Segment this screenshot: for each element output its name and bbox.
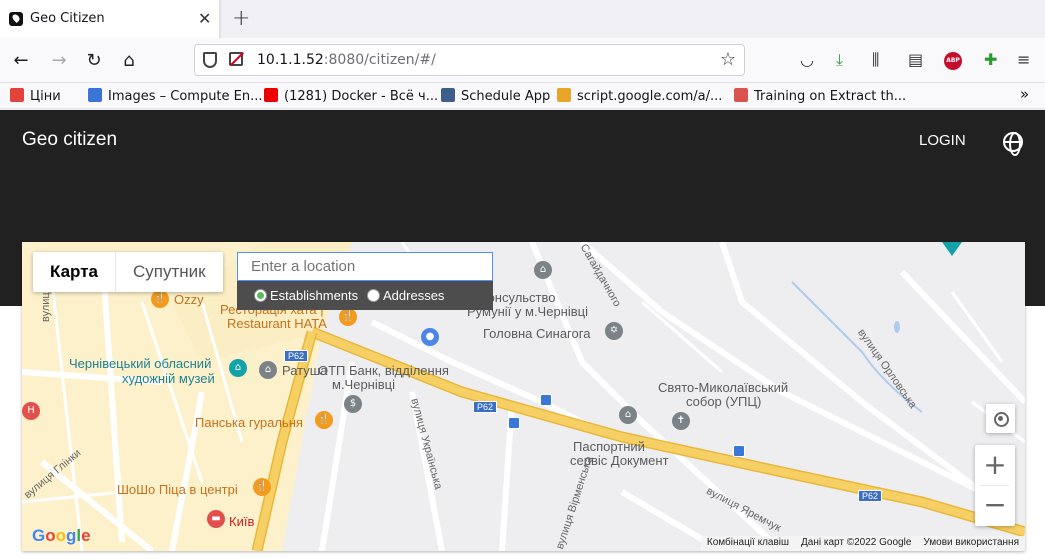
poi-art-museum[interactable]: Чернівецький обласний bbox=[69, 356, 211, 371]
map-pin-favicon-icon bbox=[9, 12, 23, 26]
calendar-icon bbox=[441, 88, 455, 102]
restaurant-icon[interactable]: 🍴 bbox=[253, 478, 271, 496]
bookmark-favicon-icon bbox=[557, 88, 571, 102]
tracking-shield-icon[interactable] bbox=[203, 52, 217, 68]
close-tab-icon[interactable]: ✕ bbox=[198, 9, 211, 28]
poi-ozzy[interactable]: Ozzy bbox=[174, 292, 204, 307]
location-search-input[interactable] bbox=[237, 252, 493, 281]
map-data-text: Дані карт ©2022 Google bbox=[801, 537, 912, 548]
web-page: Geo citizen LOGIN 🍴 Ozzy Restaurant HATA… bbox=[0, 110, 1045, 559]
adblock-icon[interactable]: ABP bbox=[944, 52, 962, 70]
youtube-icon bbox=[264, 88, 278, 102]
shopping-bag-icon[interactable]: ● bbox=[421, 328, 439, 346]
search-filter-bar: Establishments Addresses bbox=[237, 281, 493, 310]
poi-otp-bank[interactable]: ОТП Банк, відділення bbox=[318, 363, 449, 378]
bank-icon[interactable]: $ bbox=[344, 395, 362, 413]
google-map[interactable]: 🍴 Ozzy Ресторація хата | Restaurant HATA… bbox=[22, 242, 1025, 551]
bookmark-favicon-icon bbox=[88, 88, 102, 102]
brand-title[interactable]: Geo citizen bbox=[22, 129, 117, 151]
poi-panska-guralnia[interactable]: Панська гуральня bbox=[195, 415, 303, 430]
map-type-control: Карта Супутник bbox=[33, 252, 223, 292]
hotel-icon[interactable]: ▬ bbox=[207, 510, 225, 528]
terms-link[interactable]: Умови використання bbox=[917, 536, 1025, 551]
addresses-radio[interactable] bbox=[367, 289, 380, 302]
poi-shosho-pizza[interactable]: ШоШо Піца в центрі bbox=[117, 482, 238, 497]
map-type-map-button[interactable]: Карта bbox=[33, 252, 115, 292]
restaurant-icon[interactable]: 🍴 bbox=[315, 411, 333, 429]
language-globe-icon[interactable] bbox=[1003, 132, 1023, 156]
bookmark-star-icon[interactable]: ☆ bbox=[720, 49, 736, 70]
bookmark-favicon-icon bbox=[734, 88, 748, 102]
bus-stop-icon[interactable] bbox=[508, 417, 520, 429]
library-icon[interactable]: ⫼ bbox=[872, 50, 879, 70]
establishments-label[interactable]: Establishments bbox=[270, 288, 358, 303]
poi-art-museum-line2[interactable]: художній музей bbox=[122, 371, 215, 386]
bookmark-favicon-icon bbox=[10, 88, 24, 102]
bookmark-item[interactable]: Ціни bbox=[10, 88, 61, 104]
bookmark-item[interactable]: Training on Extract th... bbox=[734, 88, 906, 104]
establishments-radio[interactable] bbox=[254, 289, 267, 302]
poi-synagogue[interactable]: Головна Синагога bbox=[483, 326, 590, 341]
poi-restaurant-hata-en[interactable]: Restaurant HATA bbox=[227, 316, 327, 331]
map-type-satellite-button[interactable]: Супутник bbox=[114, 252, 223, 292]
tab-title: Geo Citizen bbox=[30, 11, 105, 26]
poi-hotel-kyiv[interactable]: Київ bbox=[229, 514, 254, 529]
login-button[interactable]: LOGIN bbox=[919, 132, 966, 149]
bookmark-item[interactable]: Schedule App bbox=[441, 88, 550, 104]
bookmark-item[interactable]: Images – Compute En... bbox=[88, 88, 263, 104]
bookmark-item[interactable]: (1281) Docker - Всё ч... bbox=[264, 88, 438, 104]
zoom-control: + − bbox=[975, 445, 1015, 526]
landmark-icon[interactable]: ⌂ bbox=[259, 361, 277, 379]
insecure-lock-icon[interactable] bbox=[229, 52, 243, 66]
poi-cathedral[interactable]: Свято-Миколаївський bbox=[658, 380, 788, 395]
sidebar-icon[interactable]: ▤ bbox=[908, 50, 923, 69]
home-icon[interactable]: ⌂ bbox=[118, 50, 140, 71]
restaurant-icon[interactable]: 🍴 bbox=[151, 290, 169, 308]
road-p62-shield: P62 bbox=[284, 350, 309, 362]
map-attribution: Комбінації клавіш Дані карт ©2022 Google… bbox=[700, 536, 1025, 551]
bookmark-item[interactable]: script.google.com/a/... bbox=[557, 88, 722, 104]
reload-icon[interactable]: ↻ bbox=[83, 50, 105, 71]
menu-icon[interactable]: ≡ bbox=[1017, 50, 1030, 69]
keyboard-shortcuts-link[interactable]: Комбінації клавіш bbox=[701, 536, 795, 551]
bus-stop-icon[interactable] bbox=[733, 445, 745, 457]
url-text[interactable]: 10.1.1.52:8080/citizen/#/ bbox=[257, 52, 436, 68]
zoom-in-button[interactable]: + bbox=[975, 445, 1015, 485]
hospital-icon[interactable]: H bbox=[22, 402, 40, 420]
new-tab-icon[interactable]: + bbox=[232, 6, 250, 31]
browser-tabstrip: Geo Citizen ✕ + bbox=[0, 0, 1045, 38]
downloads-icon[interactable]: ⤓ bbox=[836, 50, 843, 70]
landmark-icon[interactable]: ⌂ bbox=[619, 406, 637, 424]
road-p62-shield: P62 bbox=[473, 401, 498, 413]
poi-passport-service[interactable]: Паспортний bbox=[573, 439, 645, 454]
extension-icon[interactable]: ✚ bbox=[984, 50, 997, 69]
church-icon[interactable]: ✝ bbox=[672, 412, 690, 430]
restaurant-icon[interactable]: 🍴 bbox=[339, 308, 357, 326]
zoom-out-button[interactable]: − bbox=[975, 486, 1015, 526]
browser-navbar: ← → ↻ ⌂ 10.1.1.52:8080/citizen/#/ ☆ ◡ ⤓ … bbox=[0, 38, 1045, 83]
addresses-label[interactable]: Addresses bbox=[383, 288, 444, 303]
google-logo[interactable]: Google bbox=[32, 526, 91, 546]
address-bar[interactable]: 10.1.1.52:8080/citizen/#/ ☆ bbox=[194, 44, 745, 76]
bus-stop-icon[interactable] bbox=[540, 394, 552, 406]
forward-icon[interactable]: → bbox=[48, 50, 70, 71]
road-p62-shield: P62 bbox=[858, 490, 883, 502]
star-of-david-icon[interactable]: ✡ bbox=[605, 322, 623, 340]
museum-icon[interactable]: ⌂ bbox=[534, 261, 552, 279]
more-bookmarks-icon[interactable]: » bbox=[1020, 85, 1029, 103]
back-icon[interactable]: ← bbox=[10, 50, 32, 71]
browser-tab[interactable]: Geo Citizen ✕ bbox=[0, 0, 220, 38]
pocket-icon[interactable]: ◡ bbox=[800, 50, 814, 69]
poi-otp-bank-line2[interactable]: м.Чернівці bbox=[332, 377, 395, 392]
bookmarks-bar: Ціни Images – Compute En... (1281) Docke… bbox=[0, 83, 1045, 109]
museum-icon[interactable]: ⌂ bbox=[229, 359, 247, 377]
location-search: Establishments Addresses bbox=[237, 252, 493, 310]
poi-cathedral-line2[interactable]: собор (УПЦ) bbox=[686, 394, 761, 409]
my-location-button[interactable] bbox=[986, 404, 1015, 433]
